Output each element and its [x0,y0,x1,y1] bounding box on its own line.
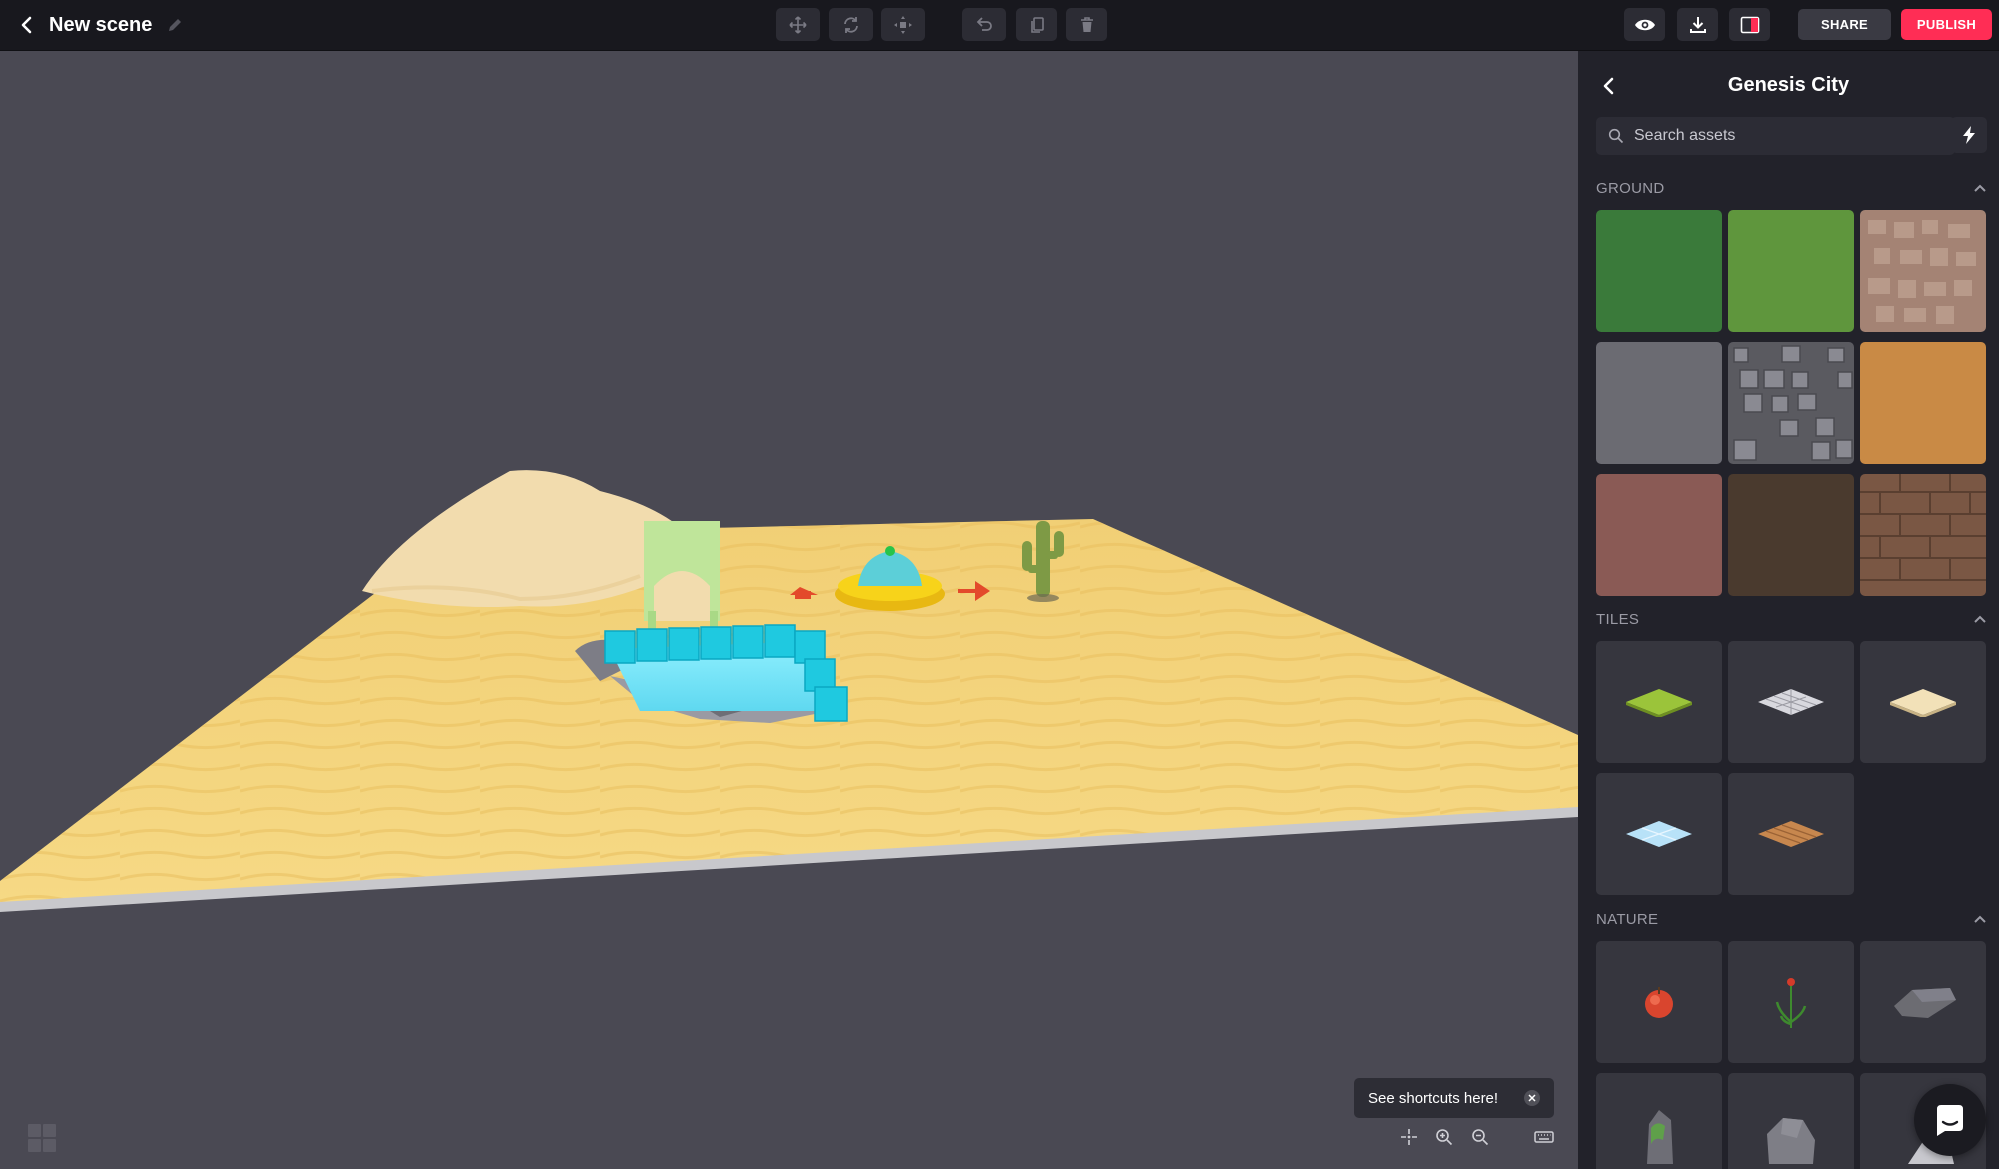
chat-support-button[interactable] [1914,1084,1986,1156]
quick-actions-button[interactable] [1951,117,1987,153]
shortcuts-toast[interactable]: See shortcuts here! [1354,1078,1554,1118]
grid-toggle-button[interactable] [28,1124,56,1152]
undo-icon [976,16,992,31]
chevron-up-icon [1974,615,1986,623]
sidebar-title: Genesis City [1727,74,1850,96]
share-button[interactable]: SHARE [1798,9,1891,40]
ground-grass-light-tile[interactable] [1728,210,1854,332]
zoom-out-icon [1472,1129,1489,1146]
move-icon [789,15,807,34]
nature-flat-rock-asset[interactable] [1860,941,1986,1063]
section-tiles-label: TILES [1596,610,1640,628]
tile-stone-asset[interactable] [1728,641,1854,763]
tile-ice-asset[interactable] [1596,773,1722,895]
sand-dune[interactable] [362,470,690,607]
ground-clay-tile[interactable] [1596,474,1722,596]
toggle-sidebar-button[interactable] [1729,8,1770,41]
move-tool-button[interactable] [776,8,820,41]
tile-sand-asset[interactable] [1860,641,1986,763]
nature-mossy-rock-asset[interactable] [1596,1073,1722,1169]
crosshair-icon [1401,1129,1417,1145]
search-icon [1606,126,1626,146]
section-nature-label: NATURE [1596,910,1659,928]
zoom-in-button[interactable] [1433,1126,1455,1148]
duplicate-icon [1030,16,1044,33]
zoom-out-button[interactable] [1469,1126,1491,1148]
ground-dirt-orange-tile[interactable] [1860,342,1986,464]
undo-button[interactable] [962,8,1006,41]
ground-dark-soil-tile[interactable] [1728,474,1854,596]
layout-icon [1740,16,1759,33]
delete-button[interactable] [1066,8,1107,41]
chat-icon [1937,1105,1963,1136]
nature-apple-asset[interactable] [1596,941,1722,1063]
nature-boulder-asset[interactable] [1728,1073,1854,1169]
chevron-up-icon [1974,915,1986,923]
toast-close-button[interactable] [1524,1090,1540,1106]
section-ground-header[interactable]: GROUND [1596,178,1986,198]
tile-grass-asset[interactable] [1596,641,1722,763]
ground-cobble-brown-tile[interactable] [1860,210,1986,332]
app: New scene SHARE PUBLISH See shortcuts he… [0,0,1999,1169]
lightning-icon [1963,126,1975,144]
recenter-button[interactable] [1398,1126,1420,1148]
chevron-up-icon [1974,184,1986,192]
scale-icon [894,15,912,34]
asset-sidebar: Genesis City GROUND [1578,51,1999,1169]
tile-wood-asset[interactable] [1728,773,1854,895]
toast-text: See shortcuts here! [1368,1089,1499,1107]
keyboard-icon [1534,1131,1554,1143]
scene-render[interactable] [0,51,1578,1169]
ground-stone-tile[interactable] [1728,342,1854,464]
section-ground-label: GROUND [1596,179,1665,197]
asset-search [1596,117,1955,155]
back-button[interactable] [14,12,40,38]
rotate-icon [844,16,858,33]
water-pool[interactable] [604,624,848,722]
preview-button[interactable] [1624,8,1665,41]
trash-icon [1080,16,1093,32]
nature-flower-asset[interactable] [1728,941,1854,1063]
close-icon [1528,1094,1536,1102]
publish-button[interactable]: PUBLISH [1901,9,1992,40]
search-input[interactable] [1626,127,1955,145]
ground-grass-dark-tile[interactable] [1596,210,1722,332]
download-button[interactable] [1677,8,1718,41]
rotate-tool-button[interactable] [829,8,873,41]
eye-icon [1634,19,1655,30]
section-tiles-header[interactable]: TILES [1596,609,1986,629]
keyboard-shortcuts-button[interactable] [1533,1126,1555,1148]
scene-title[interactable]: New scene [49,12,152,38]
pencil-icon[interactable] [164,14,186,36]
section-nature-header[interactable]: NATURE [1596,909,1986,929]
top-bar: New scene SHARE PUBLISH [0,0,1999,51]
scene-viewport[interactable]: See shortcuts here! [0,51,1578,1169]
ground-concrete-tile[interactable] [1596,342,1722,464]
chevron-left-icon [21,16,32,34]
zoom-in-icon [1436,1129,1453,1146]
scale-tool-button[interactable] [881,8,925,41]
duplicate-button[interactable] [1016,8,1057,41]
ground-brick-tile[interactable] [1860,474,1986,596]
download-icon [1689,16,1706,33]
